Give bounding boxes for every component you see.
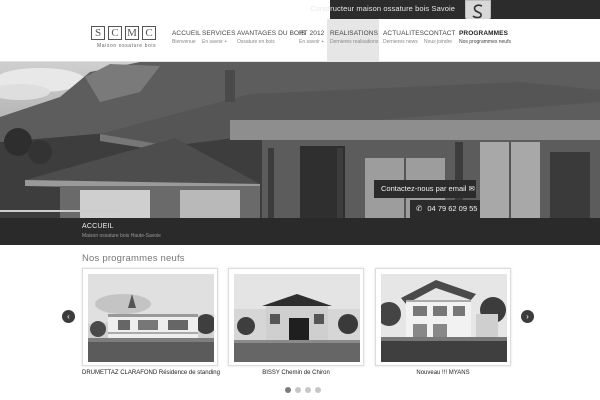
nav-item-actualites[interactable]: ACTUALITES Dernieres news [383,19,425,62]
program-photo [88,274,214,362]
phone-cta-label: 04 79 62 09 55 [427,204,478,213]
nav-item-avantages-du-bois[interactable]: AVANTAGES DU BOIS Ossature en bois [237,19,306,62]
logo-letter-1: S [91,26,105,40]
program-caption-3[interactable]: Nouveau !!! MYANS [375,370,511,376]
nav-sublabel: Dernieres news [383,39,418,45]
nav-sublabel: Nos programmes neufs [459,39,511,45]
program-card-1[interactable] [82,268,218,366]
program-card-2[interactable] [228,268,364,366]
email-contact-button[interactable]: Contactez-nous par email ✉ [374,180,476,198]
nav-label: CONTACT [424,30,456,37]
program-card-3[interactable] [375,268,511,366]
breadcrumb-bar: ACCUEIL Maison ossature bois Haute-Savoi… [0,218,600,245]
carousel-dot-4[interactable] [315,387,321,393]
s-logo-icon [472,4,483,19]
nav-label: REALISATIONS [330,30,379,37]
top-strip: Constructeur maison ossature bois Savoie [0,0,600,20]
section-title: Nos programmes neufs [82,253,185,264]
logo-letter-3: M [125,26,139,40]
carousel-dot-1[interactable] [285,387,291,393]
nav-label: ACTUALITES [383,30,425,37]
chevron-right-icon: › [526,312,529,321]
nav-item-services[interactable]: SERVICES En savoir + [202,19,237,62]
nav-item-contact[interactable]: CONTACT Nous joindre [424,19,456,62]
program-caption-2[interactable]: BISSY Chemin de Chiron [228,370,364,376]
program-photo [381,274,507,362]
page: Constructeur maison ossature bois Savoie… [0,0,600,400]
nav-item-programmes[interactable]: PROGRAMMES Nos programmes neufs [459,19,519,62]
email-cta-label: Contactez-nous par email [381,184,467,193]
hero-banner: Contactez-nous par email ✉ ✆ 04 79 62 09… [0,62,600,218]
site-logo[interactable]: S C M C Maison ossature bois [91,23,161,53]
breadcrumb-title[interactable]: ACCUEIL [82,223,114,230]
nav-label: ACCUEIL [172,30,201,37]
phone-icon: ✆ [416,204,423,213]
nav-sublabel: En savoir + [202,39,228,45]
carousel-dot-3[interactable] [305,387,311,393]
nav-item-accueil[interactable]: ACCUEIL Bienvenue [170,19,202,62]
program-photo-image [88,274,214,362]
nav-label: PROGRAMMES [459,30,509,37]
nav-sublabel: Nous joindre [424,39,453,45]
nav-sublabel: Bienvenue [172,39,196,45]
nav-item-realisations[interactable]: REALISATIONS Dernieres realisations [327,19,379,62]
nav-sublabel: Ossature en bois [237,39,275,45]
nav-label: SERVICES [202,30,236,37]
brand-badge[interactable] [465,0,491,20]
carousel-prev-button[interactable]: ‹ [62,310,75,323]
main-header: S C M C Maison ossature bois ACCUEIL Bie… [0,19,600,62]
logo-letter-4: C [142,26,156,40]
nav-item-rt-2012[interactable]: RT 2012 En savoir + [299,19,326,62]
chevron-left-icon: ‹ [67,312,70,321]
nav-label: RT 2012 [299,30,325,37]
program-caption-1[interactable]: DRUMETTAZ CLARAFOND Résidence de standin… [82,370,220,376]
program-photo-image [381,274,507,362]
phone-contact-button[interactable]: ✆ 04 79 62 09 55 [410,200,480,218]
program-photo [234,274,360,362]
logo-letter-2: C [108,26,122,40]
top-tagline: Constructeur maison ossature bois Savoie [310,4,455,13]
program-photo-image [234,274,360,362]
hero-house-photo [0,62,600,218]
logo-tagline: Maison ossature bois [97,43,157,49]
carousel-next-button[interactable]: › [521,310,534,323]
carousel-dot-2[interactable] [295,387,301,393]
nav-sublabel: Dernieres realisations [330,39,379,45]
nav-label: AVANTAGES DU BOIS [237,30,306,37]
nav-sublabel: En savoir + [299,39,325,45]
envelope-icon: ✉ [468,184,475,193]
breadcrumb-subtitle: Maison ossature bois Haute-Savoie [82,233,161,239]
